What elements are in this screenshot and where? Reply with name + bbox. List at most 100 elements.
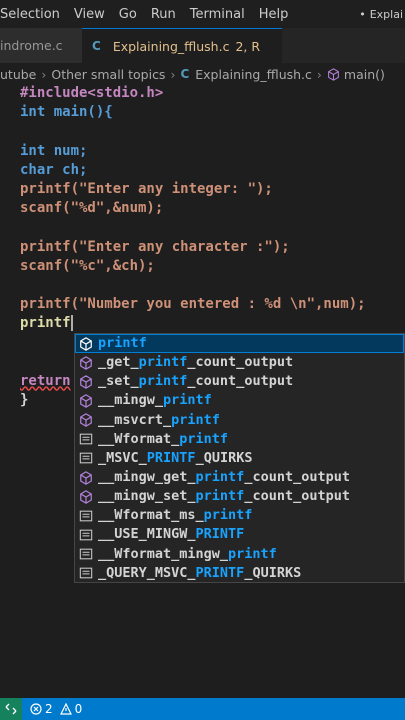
error-count: 2 — [45, 702, 53, 716]
suggestion-label: _QUERY_MSVC_PRINTF_QUIRKS — [98, 564, 302, 581]
suggestion-item[interactable]: _MSVC_PRINTF_QUIRKS — [75, 449, 404, 468]
breadcrumb-item[interactable]: utube — [0, 67, 36, 82]
suggestion-item[interactable]: __Wformat_mingw_printf — [75, 545, 404, 564]
code-printf-3: printf("Number you entered : %d \n",num)… — [20, 296, 366, 313]
suggestion-item[interactable]: __mingw_get_printf_count_output — [75, 468, 404, 487]
method-cube-icon — [79, 355, 93, 370]
suggestion-label: _MSVC_PRINTF_QUIRKS — [98, 449, 253, 466]
suggestion-widget: printf _get_printf_count_output _set_print… — [74, 333, 405, 583]
text-cursor — [70, 315, 73, 332]
error-icon — [30, 703, 42, 715]
warning-icon — [59, 703, 72, 715]
suggestion-label: __Wformat_printf — [98, 430, 229, 447]
suggestion-item[interactable]: __Wformat_ms_printf — [75, 506, 404, 525]
code-printf-2: printf("Enter any character :"); — [20, 238, 290, 255]
code-decl-ch: char ch; — [20, 161, 88, 178]
c-file-icon: C — [180, 67, 190, 81]
separator-dot: • — [359, 7, 366, 21]
text-symbol-icon — [79, 528, 93, 542]
remote-indicator[interactable] — [0, 698, 22, 720]
method-cube-icon — [79, 413, 93, 427]
menu-selection[interactable]: Selection — [0, 7, 67, 22]
code-include: #include<stdio.h> — [20, 85, 164, 101]
suggestion-label: __Wformat_mingw_printf — [98, 545, 277, 562]
text-symbol-icon — [79, 451, 93, 465]
breadcrumb-item[interactable]: main() — [344, 67, 385, 82]
code-decl-num: int num; — [20, 142, 88, 159]
suggestion-item[interactable]: __mingw_set_printf_count_output — [75, 487, 404, 506]
code-scanf-1: scanf("%d",&num); — [20, 200, 164, 217]
chevron-right-icon: › — [170, 66, 176, 82]
suggestion-item[interactable]: __msvcrt_printf — [75, 411, 404, 430]
text-symbol-icon — [79, 509, 93, 523]
code-scanf-2: scanf("%c",&ch); — [20, 257, 155, 274]
breadcrumb-item[interactable]: Explaining_fflush.c — [195, 67, 312, 82]
tab-explaining-fflush[interactable]: C Explaining_fflush.c 2, R — [82, 28, 282, 63]
menu-view[interactable]: View — [67, 7, 112, 22]
remote-icon — [5, 703, 17, 715]
menu-terminal[interactable]: Terminal — [183, 7, 252, 22]
suggestion-item[interactable]: __USE_MINGW_PRINTF — [75, 525, 404, 544]
text-symbol-icon — [79, 566, 93, 580]
text-symbol-icon — [79, 547, 93, 561]
warning-count: 0 — [74, 702, 83, 716]
status-bar: 2 0 — [0, 698, 405, 720]
code-main: int main(){ — [20, 104, 113, 121]
menu-help[interactable]: Help — [252, 7, 296, 22]
code-line: printf("Enter any integer: "); — [20, 180, 366, 199]
tab-label: indrome.c — [0, 38, 63, 53]
suggestion-label: __mingw_set_printf_count_output — [98, 488, 350, 505]
method-cube-icon — [79, 489, 93, 504]
suggestion-label: __Wformat_ms_printf — [98, 507, 253, 524]
c-file-icon: C — [92, 39, 101, 53]
tab-indrome[interactable]: indrome.c — [0, 28, 82, 63]
code-line: char ch; — [20, 161, 366, 180]
tab-label: Explaining_fflush.c — [112, 38, 230, 54]
suggestion-item[interactable]: _QUERY_MSVC_PRINTF_QUIRKS — [75, 564, 404, 583]
breadcrumb-item[interactable]: Other small topics — [51, 67, 165, 82]
problems-indicator[interactable]: 2 0 — [30, 702, 82, 716]
code-line: printf — [20, 314, 366, 333]
chevron-right-icon: › — [316, 66, 322, 82]
suggestion-label: __USE_MINGW_PRINTF — [98, 526, 245, 543]
code-line: printf("Enter any character :"); — [20, 238, 366, 257]
suggestion-item[interactable]: printf — [75, 334, 404, 354]
code-line: int main(){ — [20, 103, 366, 122]
menu-go[interactable]: Go — [112, 7, 144, 22]
window-title: Explai — [369, 7, 403, 21]
suggestion-label: _get_printf_count_output — [98, 354, 294, 371]
code-close-brace: } — [20, 392, 29, 408]
code-printf-1: printf("Enter any integer: "); — [20, 180, 273, 197]
code-current-line: printf — [20, 315, 71, 332]
method-cube-icon — [328, 67, 339, 81]
suggestion-label: __msvcrt_printf — [98, 411, 220, 428]
code-line: printf("Number you entered : %d \n",num)… — [20, 295, 366, 314]
code-line: scanf("%d",&num); — [20, 199, 366, 218]
suggestion-label: printf — [98, 335, 147, 351]
tab-problem-status: 2, R — [235, 38, 261, 54]
suggestion-item[interactable]: __Wformat_printf — [75, 430, 404, 449]
tab-bar: indrome.c C Explaining_fflush.c 2, R — [0, 28, 405, 63]
suggestion-item[interactable]: _set_printf_count_output — [75, 372, 404, 391]
text-symbol-icon — [79, 432, 93, 446]
code-return: return — [20, 372, 71, 389]
menu-run[interactable]: Run — [144, 7, 183, 22]
code-line: #include<stdio.h> — [20, 84, 366, 103]
method-cube-icon — [79, 375, 93, 389]
method-cube-icon — [79, 336, 93, 351]
breadcrumb: utube › Other small topics › C Explainin… — [0, 63, 405, 85]
code-line: int num; — [20, 142, 366, 161]
method-cube-icon — [79, 470, 93, 485]
suggestion-item[interactable]: __mingw_printf — [75, 391, 404, 410]
suggestion-label: __mingw_printf — [98, 392, 212, 409]
suggestion-item[interactable]: _get_printf_count_output — [75, 353, 404, 372]
method-cube-icon — [79, 394, 93, 408]
suggestion-label: _set_printf_count_output — [98, 373, 294, 390]
suggestion-label: __mingw_get_printf_count_output — [98, 468, 350, 485]
menu-bar: Selection View Go Run Terminal Help • Ex… — [0, 0, 405, 28]
chevron-right-icon: › — [41, 66, 47, 82]
code-line: scanf("%c",&ch); — [20, 257, 366, 276]
